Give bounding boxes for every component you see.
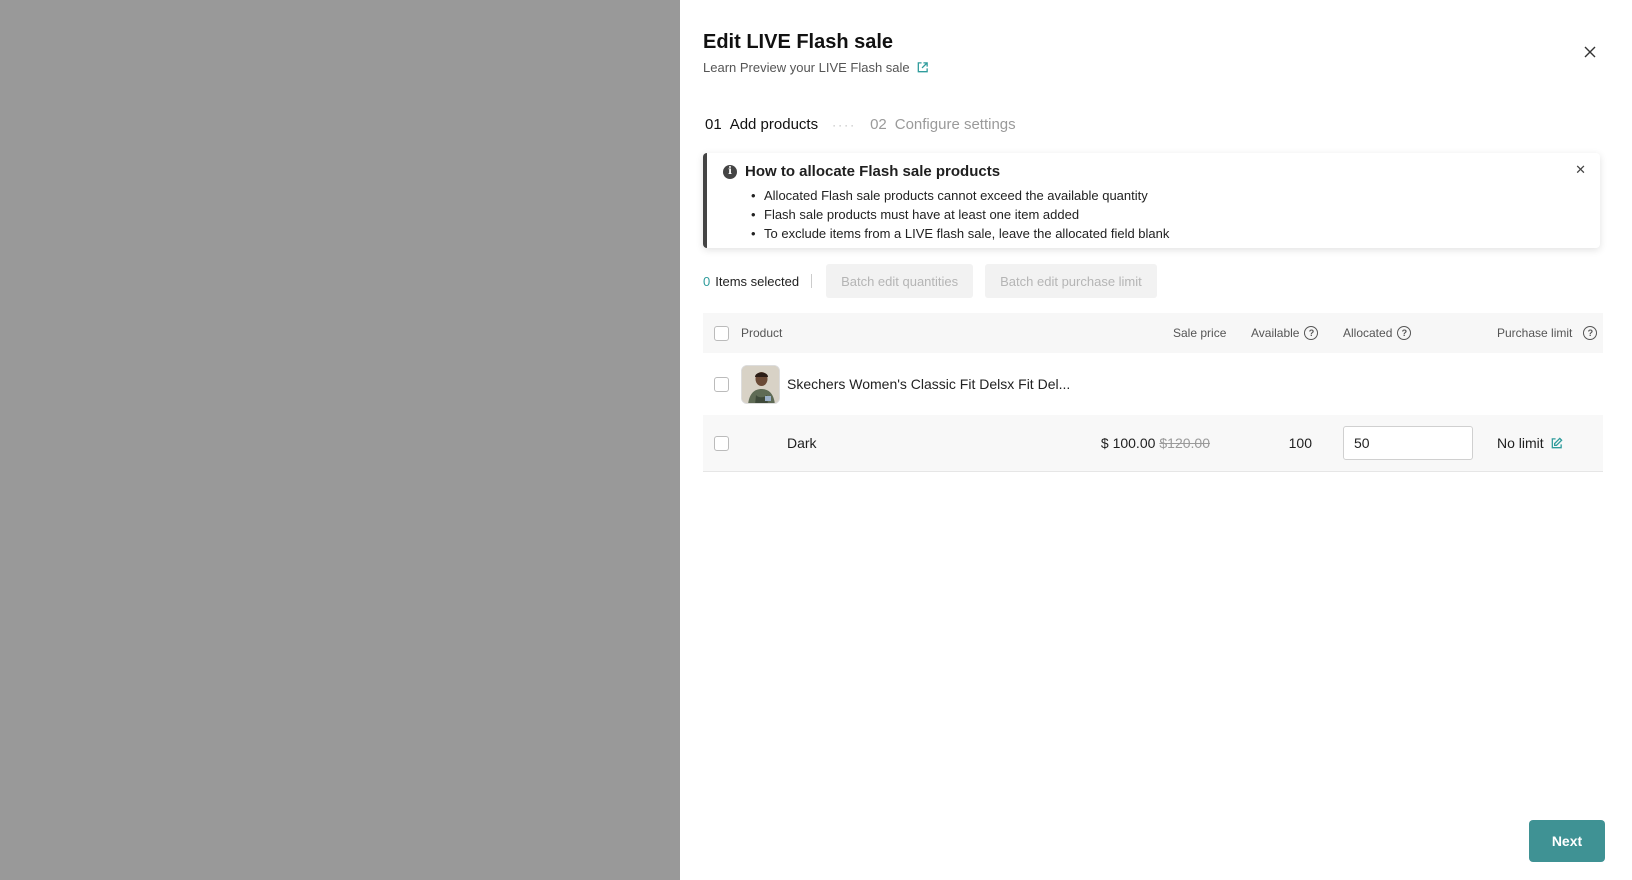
original-price: $120.00	[1159, 435, 1210, 451]
header-product: Product	[741, 326, 783, 340]
info-item: To exclude items from a LIVE flash sale,…	[751, 224, 1169, 243]
help-icon[interactable]: ?	[1583, 326, 1598, 340]
allocation-info-banner: i How to allocate Flash sale products Al…	[703, 153, 1600, 248]
selected-count-label: Items selected	[715, 273, 800, 289]
product-checkbox[interactable]	[714, 376, 729, 392]
drawer-title: Edit LIVE Flash sale	[703, 31, 894, 53]
sale-price: $ 100.00 $120.00	[1100, 435, 1210, 451]
help-icon[interactable]: ?	[1304, 326, 1319, 340]
available-quantity: 100	[1288, 435, 1312, 451]
edit-icon[interactable]	[1550, 436, 1563, 450]
header-allocated: Allocated ?	[1343, 326, 1412, 340]
info-banner-title: i How to allocate Flash sale products	[723, 163, 1000, 180]
learn-preview-link[interactable]: Learn Preview your LIVE Flash sale	[703, 60, 910, 75]
modal-overlay[interactable]	[0, 0, 680, 880]
info-item: Flash sale products must have at least o…	[751, 205, 1169, 224]
close-drawer-button[interactable]	[1580, 42, 1600, 62]
allocated-quantity-input[interactable]	[1343, 426, 1473, 460]
close-icon	[1584, 46, 1596, 58]
table-row-variant: Dark $ 100.00$120.00 100 No limit	[703, 415, 1603, 472]
header-sale-price: Sale price	[1173, 326, 1227, 340]
variant-name: Dark	[787, 435, 817, 451]
next-button[interactable]: Next	[1529, 820, 1605, 862]
product-thumbnail	[741, 365, 780, 404]
products-table: Product Sale price Available ? Allocated…	[703, 313, 1603, 472]
drawer-subtitle: Learn Preview your LIVE Flash sale	[703, 60, 929, 75]
selected-count: 0	[703, 273, 711, 289]
header-available: Available ?	[1251, 326, 1319, 340]
table-header: Product Sale price Available ? Allocated…	[703, 313, 1603, 353]
stepper: 01 Add products ···· 02 Configure settings	[705, 116, 1016, 133]
step-configure-settings: 02 Configure settings	[870, 116, 1016, 133]
batch-edit-quantities-button[interactable]: Batch edit quantities	[826, 264, 974, 298]
divider	[811, 274, 813, 288]
info-banner-list: Allocated Flash sale products cannot exc…	[751, 186, 1169, 243]
close-banner-button[interactable]: ✕	[1575, 162, 1586, 178]
step-connector: ····	[832, 117, 857, 132]
variant-checkbox[interactable]	[714, 435, 729, 451]
select-all-checkbox[interactable]	[714, 325, 729, 341]
info-item: Allocated Flash sale products cannot exc…	[751, 186, 1169, 205]
help-icon[interactable]: ?	[1397, 326, 1412, 340]
step-add-products: 01 Add products	[705, 116, 819, 133]
purchase-limit: No limit	[1497, 435, 1563, 451]
header-purchase-limit: Purchase limit ?	[1497, 326, 1598, 340]
selection-toolbar: 0 Items selected Batch edit quantities B…	[703, 264, 1169, 298]
external-link-icon[interactable]	[916, 61, 929, 74]
info-icon: i	[723, 164, 737, 179]
edit-flash-sale-drawer: Edit LIVE Flash sale Learn Preview your …	[680, 0, 1632, 880]
product-name: Skechers Women's Classic Fit Delsx Fit D…	[787, 376, 1071, 392]
table-row-product: Skechers Women's Classic Fit Delsx Fit D…	[703, 353, 1603, 415]
batch-edit-purchase-limit-button[interactable]: Batch edit purchase limit	[985, 264, 1157, 298]
